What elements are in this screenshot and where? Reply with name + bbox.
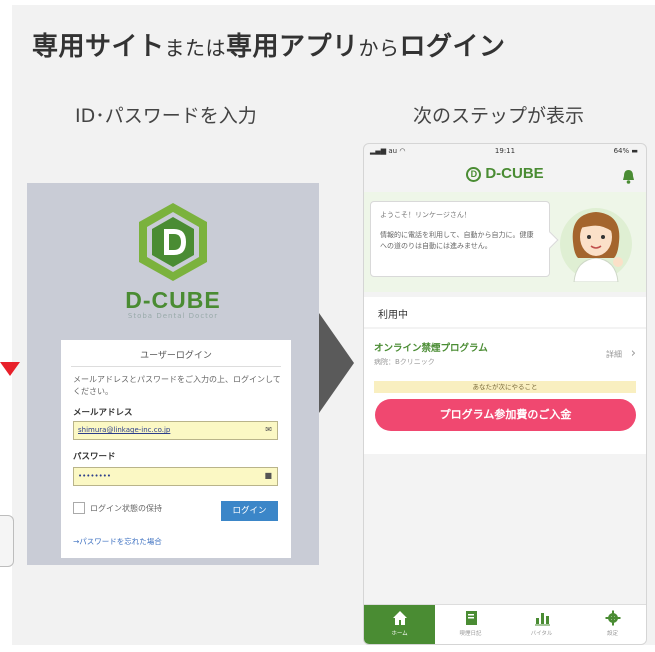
side-tab	[0, 515, 14, 567]
remember-me[interactable]: ログイン状態の保持	[73, 502, 162, 514]
password-field[interactable]: •••••••• ■	[73, 467, 278, 486]
diary-icon	[463, 610, 479, 626]
home-icon	[392, 610, 408, 626]
greeting-area: ようこそ！リンケージさん！ 情報的に電話を利用して、自動から自力に。健康への道の…	[364, 192, 646, 292]
title-app: 専用アプリ	[226, 32, 359, 62]
remember-checkbox[interactable]	[73, 502, 85, 514]
email-icon: ✉	[265, 425, 272, 434]
tab-vital[interactable]: バイタル	[506, 605, 577, 644]
tab-home-label: ホーム	[391, 631, 408, 637]
tab-settings-label: 設定	[606, 631, 618, 637]
battery-text: 64%	[613, 147, 630, 155]
greeting-bubble: ようこそ！リンケージさん！ 情報的に電話を利用して、自動から自力に。健康への道の…	[370, 201, 559, 277]
login-card-title: ユーザーログイン	[140, 351, 212, 361]
program-detail-link[interactable]: 詳細	[606, 349, 622, 360]
password-label: パスワード	[73, 452, 116, 462]
red-arrow-icon	[0, 362, 20, 376]
title-login: ログイン	[399, 32, 506, 62]
login-button[interactable]: ログイン	[221, 501, 278, 521]
arrow-right-icon	[319, 313, 354, 413]
password-value: ••••••••	[78, 472, 112, 480]
remember-label: ログイン状態の保持	[90, 503, 162, 513]
logo-subtext: Stoba Dental Doctor	[127, 312, 219, 320]
email-value: shimura@linkage-inc.co.jp	[78, 426, 171, 434]
step-left-label: ID･パスワードを入力	[75, 105, 257, 127]
divider	[71, 366, 281, 367]
email-field[interactable]: shimura@linkage-inc.co.jp ✉	[73, 421, 278, 440]
email-label: メールアドレス	[73, 408, 133, 418]
greeting-title: ようこそ！リンケージさん！	[380, 211, 471, 219]
forgot-password-link[interactable]: →パスワードを忘れた場合	[73, 536, 162, 547]
title-site: 専用サイト	[32, 32, 165, 62]
program-title: オンライン禁煙プログラム	[374, 343, 488, 354]
status-bar: ▂▄▆ au ◠ 19:11 64% ▬	[364, 144, 646, 160]
phone-screen: ▂▄▆ au ◠ 19:11 64% ▬ D D-CUBE ようこそ！リンケージさ…	[363, 143, 647, 645]
page-title: 専用サイトまたは専用アプリからログイン	[32, 26, 506, 63]
logo-text: D-CUBE	[125, 287, 221, 313]
greeting-body: 情報的に電話を利用して、自動から自力に。健康への道のりは自動には進みません。	[380, 231, 534, 250]
login-description: メールアドレスとパスワードをご入力の上、ログインしてください。	[73, 375, 281, 396]
app-logo: D D-CUBE	[364, 165, 646, 182]
gear-icon	[605, 610, 621, 626]
app-header: D D-CUBE	[364, 160, 646, 192]
tab-home[interactable]: ホーム	[364, 605, 435, 644]
dcube-logo-icon	[136, 201, 210, 283]
nurse-avatar-icon	[556, 202, 636, 283]
chevron-right-icon[interactable]: ›	[631, 346, 636, 361]
todo-banner: あなたが次にやること	[374, 381, 636, 393]
tab-settings[interactable]: 設定	[577, 605, 646, 644]
tab-bar: ホーム 喫煙日記 バイタル 設定	[364, 604, 646, 644]
bell-icon[interactable]	[622, 169, 635, 184]
step-right-label: 次のステップが表示	[413, 105, 585, 127]
tab-diary-label: 喫煙日記	[459, 631, 482, 637]
program-card[interactable]: オンライン禁煙プログラム 病院：Bクリニック 詳細 › あなたが次にやること プ…	[364, 329, 646, 454]
title-from: から	[358, 36, 400, 60]
login-panel: D-CUBE Stoba Dental Doctor ユーザーログイン メールア…	[27, 183, 319, 565]
app-title: D-CUBE	[485, 165, 544, 182]
section-in-use: 利用中	[364, 297, 646, 327]
status-time: 19:11	[494, 147, 516, 155]
battery-label: 64% ▬	[613, 147, 638, 155]
login-card: ユーザーログイン メールアドレスとパスワードをご入力の上、ログインしてください。…	[61, 340, 291, 558]
tab-vital-label: バイタル	[530, 631, 553, 637]
pay-fee-button[interactable]: プログラム参加費のご入金	[375, 399, 636, 431]
tab-diary[interactable]: 喫煙日記	[435, 605, 506, 644]
chart-icon	[534, 610, 550, 626]
program-subtitle: 病院：Bクリニック	[374, 358, 435, 366]
lock-icon: ■	[264, 471, 272, 480]
section-title: 利用中	[378, 310, 408, 321]
logo-ring-icon: D	[466, 167, 482, 182]
title-or: または	[164, 36, 227, 60]
